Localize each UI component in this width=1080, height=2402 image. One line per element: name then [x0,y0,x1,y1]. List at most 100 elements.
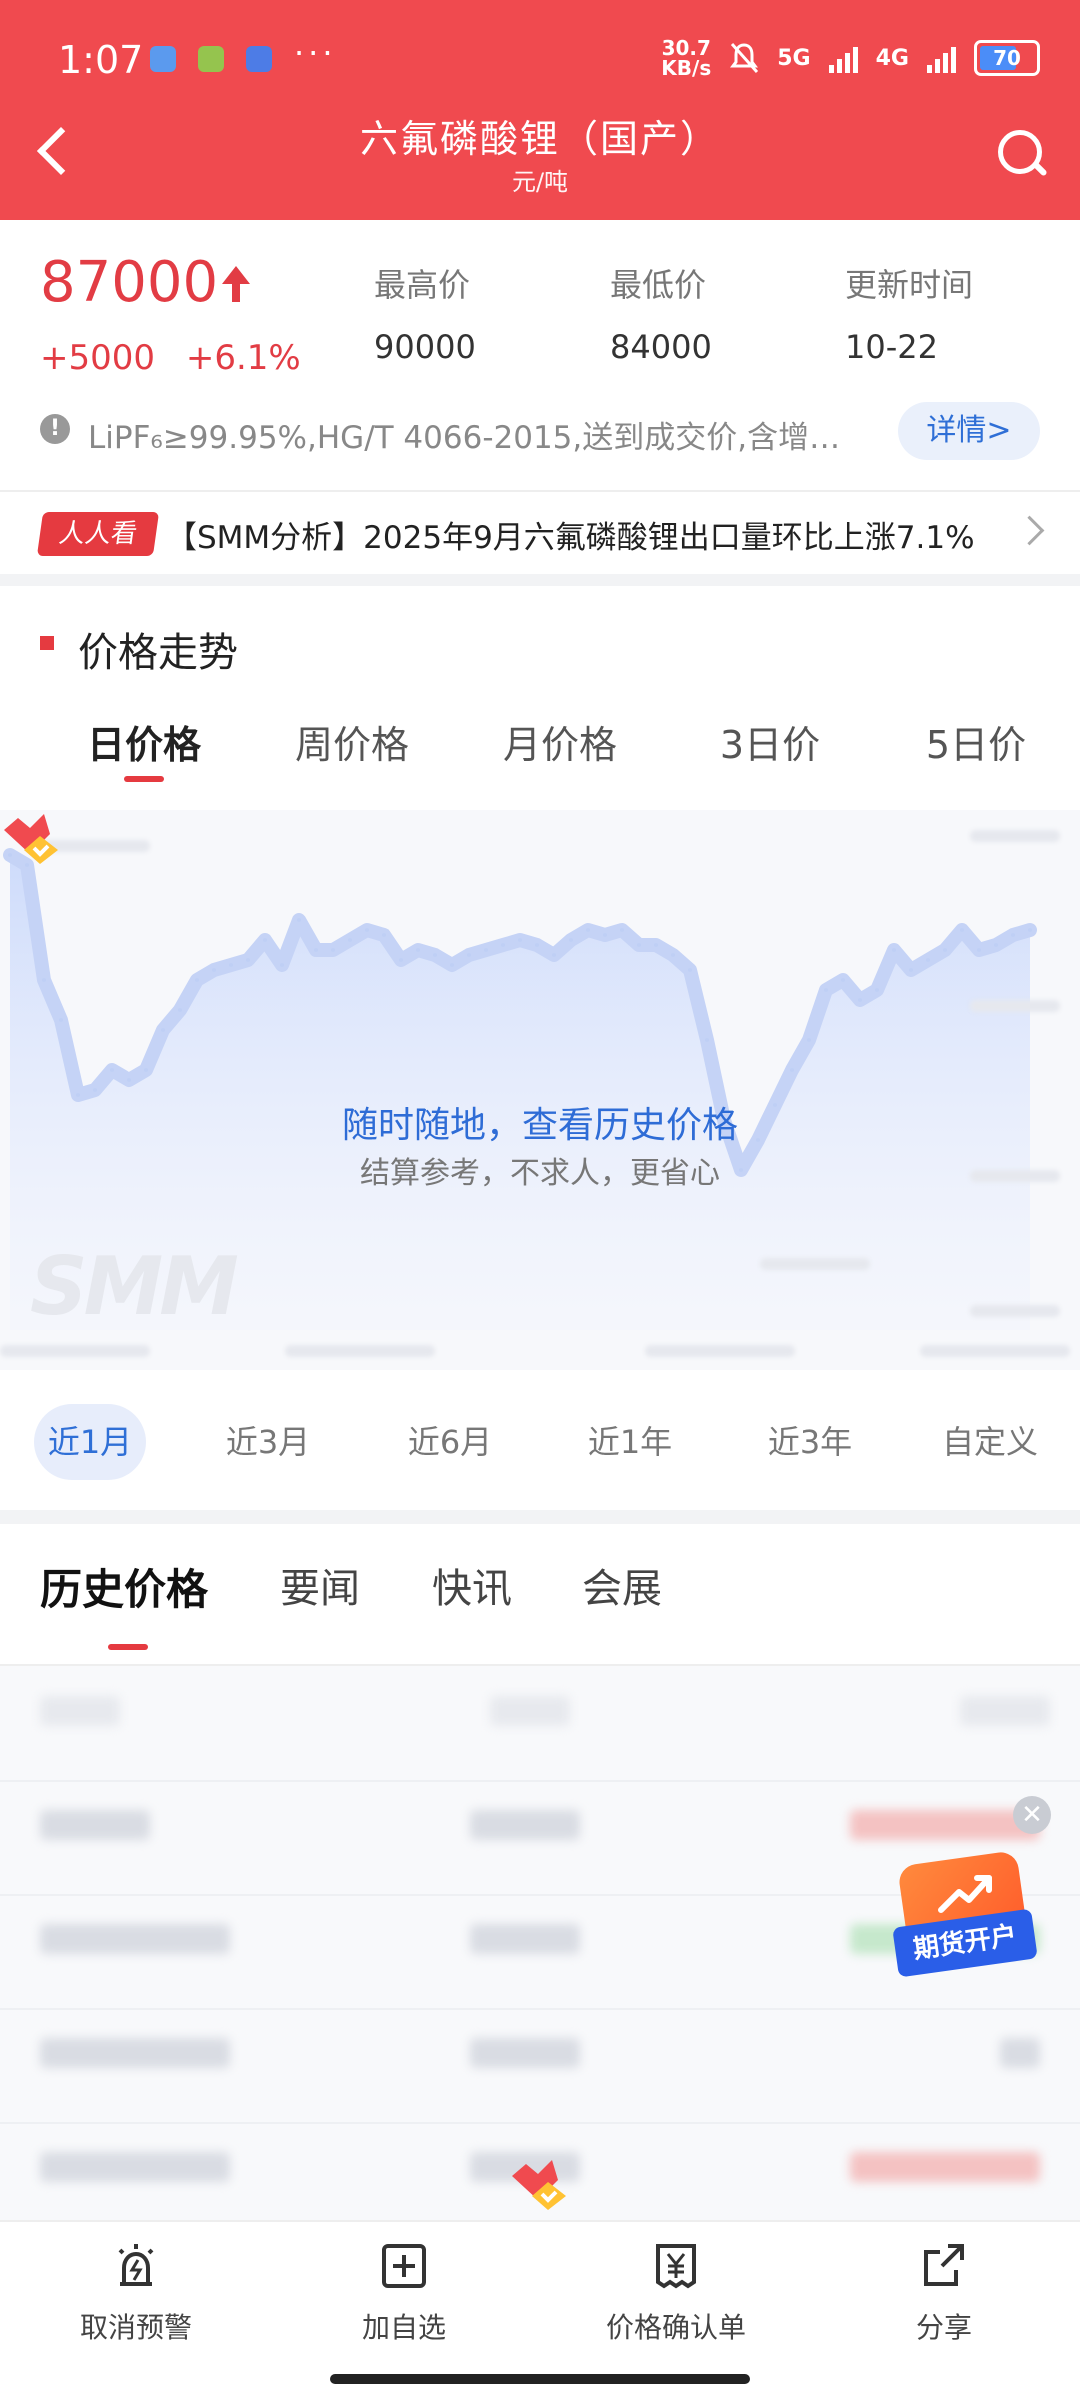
chart-point [926,958,930,962]
notification-icons: ··· [150,34,337,72]
battery-icon: 70 [974,40,1040,76]
chart-point [501,943,505,947]
chart-point [875,988,879,992]
mute-bell-icon [730,43,759,73]
search-button[interactable] [990,122,1050,182]
range-custom[interactable]: 自定义 [934,1404,1046,1480]
chart-point [824,988,828,992]
chart-point [807,1038,811,1042]
blurred-cell [470,1810,580,1840]
price-confirmation-button[interactable]: 价格确认单 [576,2240,776,2346]
status-bar: 1:07 ··· 30.7 KB/s 5G 4G 70 [0,0,1080,120]
chart-point [892,948,896,952]
network-5g: 5G [777,45,811,71]
chart-point [960,928,964,932]
chart-label-blurred [970,1000,1060,1012]
change-percent: +6.1% [185,338,301,378]
chart-label-blurred [970,830,1060,842]
share-button[interactable]: 分享 [844,2240,1044,2346]
chart-label-blurred [0,1345,150,1357]
chart-point [59,1018,63,1022]
chart-point [399,958,403,962]
section-marker [40,636,54,650]
chart-point [484,948,488,952]
page-title: 六氟磷酸锂（国产） [359,117,720,161]
range-3y[interactable]: 近3年 [754,1404,866,1480]
price-change: +5000 +6.1% [40,338,321,378]
blurred-cell [470,2038,580,2068]
change-absolute: +5000 [40,338,156,378]
chart-point [1028,928,1032,932]
tab-daily-price[interactable]: 日价格 [54,714,234,782]
price-chart[interactable]: SMM 随时随地，查看历史价格 结算参考，不求人，更省心 [0,810,1080,1370]
app-notification-icon [246,46,272,72]
chart-point [518,938,522,942]
range-1y[interactable]: 近1年 [574,1404,686,1480]
range-6m[interactable]: 近6月 [394,1404,506,1480]
alarm-icon [118,2244,154,2286]
section-gap [0,574,1080,586]
news-headline[interactable]: 【SMM分析】2025年9月六氟磷酸锂出口量环比上涨7.1% [166,512,975,557]
chevron-right-icon [1014,515,1045,546]
crown-icon [512,2160,566,2210]
tab-monthly-price[interactable]: 月价格 [470,714,650,769]
tab-3day-price[interactable]: 3日价 [680,714,860,769]
spec-text: LiPF₆≥99.95%,HG/T 4066-2015,送到成交价,含增… [88,420,841,456]
blurred-cell [850,2152,1040,2182]
high-price: 最高价 90000 [374,266,476,366]
add-watchlist-button[interactable]: 加自选 [304,2240,504,2346]
chart-point [93,1088,97,1092]
section-gap [0,1510,1080,1524]
promo-headline[interactable]: 随时随地，查看历史价格 [0,1096,1080,1148]
range-tabs: 近1月 近3月 近6月 近1年 近3年 自定义 [0,1390,1080,1490]
chart-point [569,938,573,942]
signal-icon [828,43,858,73]
chart-point [433,953,437,957]
chart-point [841,978,845,982]
price-summary: 87000 +5000 +6.1% 最高价 90000 最低价 84000 更新… [0,220,1080,490]
chart-label-blurred [760,1258,870,1270]
chart-point [297,918,301,922]
chart-point [331,948,335,952]
news-tag: 人人看 [36,512,160,556]
info-icon: ! [40,414,70,444]
tab-weekly-price[interactable]: 周价格 [262,714,442,769]
blurred-cell [40,2152,230,2182]
app-header: 1:07 ··· 30.7 KB/s 5G 4G 70 六氟磷酸锂（国产） 元/… [0,0,1080,220]
tab-5day-price[interactable]: 5日价 [886,714,1066,769]
chart-label-blurred [920,1345,1070,1357]
detail-button[interactable]: 详情> [898,402,1040,460]
close-icon[interactable]: ✕ [1013,1796,1051,1834]
chart-point [212,968,216,972]
chart-point [977,948,981,952]
chart-point [195,978,199,982]
chart-point [909,968,913,972]
tab-flash[interactable]: 快讯 [432,1556,512,1614]
chart-point [127,1078,131,1082]
cancel-alert-button[interactable]: 取消预警 [36,2240,236,2346]
blurred-cell [490,1696,570,1726]
range-1m[interactable]: 近1月 [34,1404,146,1480]
futures-account-ad[interactable]: ✕ 期货开户 [892,1796,1051,1980]
status-right: 30.7 KB/s 5G 4G 70 [661,38,1040,78]
blurred-cell [40,1810,150,1840]
range-3m[interactable]: 近3月 [212,1404,324,1480]
home-indicator[interactable] [330,2374,750,2384]
news-ticker[interactable]: 人人看 【SMM分析】2025年9月六氟磷酸锂出口量环比上涨7.1% [0,492,1080,574]
arrow-up-icon [222,266,250,306]
blurred-cell [470,1924,580,1954]
chart-point [314,948,318,952]
signal-icon [927,43,956,73]
chart-point [688,968,692,972]
trend-up-icon [938,1875,992,1913]
tab-exhibition[interactable]: 会展 [582,1556,662,1614]
tab-news[interactable]: 要闻 [280,1556,360,1614]
network-4g: 4G [875,45,909,71]
trend-title: 价格走势 [78,630,238,676]
chart-label-blurred [645,1345,795,1357]
yuan-document-icon [656,2244,696,2289]
table-header [0,1666,1080,1782]
tab-history-price[interactable]: 历史价格 [40,1556,208,1650]
chart-point [42,978,46,982]
chart-point [161,1028,165,1032]
